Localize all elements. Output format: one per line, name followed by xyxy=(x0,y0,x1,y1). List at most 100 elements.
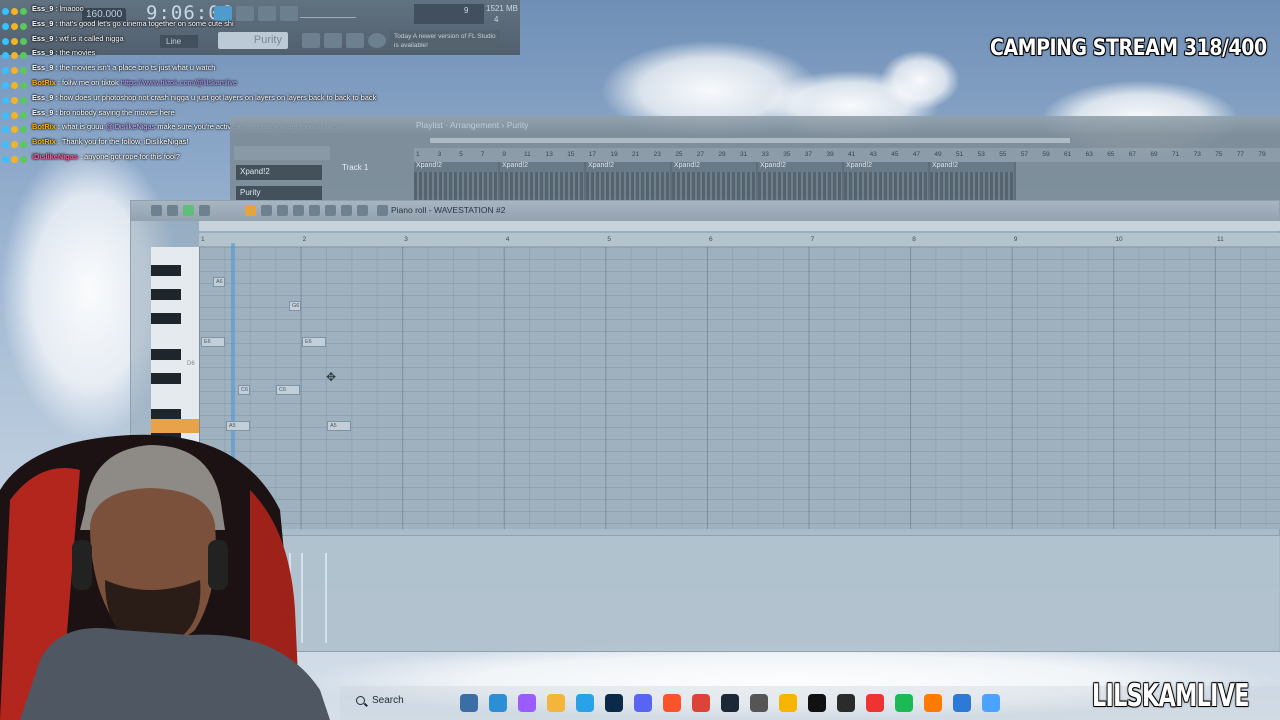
midi-note[interactable]: C6 xyxy=(238,385,250,395)
midi-note[interactable]: C6 xyxy=(276,385,300,395)
magnet-icon[interactable] xyxy=(167,205,178,216)
playlist-ruler[interactable]: 1 3 5 7 9 11 13 15 17 19 21 23 25 27 29 31 33 35 37 39 41 43 4… xyxy=(414,148,1280,162)
playback-tool-icon[interactable] xyxy=(357,205,368,216)
piano-roll-titlebar[interactable]: Piano roll - WAVESTATION #2 xyxy=(131,201,1279,221)
discord-icon[interactable] xyxy=(634,694,652,712)
capcut-icon[interactable] xyxy=(808,694,826,712)
chat-username[interactable]: Ess_9 xyxy=(32,108,53,117)
play-icon[interactable] xyxy=(183,205,194,216)
pattern-clip[interactable]: Xpand!2 xyxy=(758,162,842,200)
copilot-icon[interactable] xyxy=(518,694,536,712)
note-grid[interactable] xyxy=(199,247,1280,529)
start-icon[interactable] xyxy=(460,694,478,712)
folder-icon[interactable] xyxy=(547,694,565,712)
arrow-icon[interactable] xyxy=(151,205,162,216)
ruler-number: 63 xyxy=(1085,151,1093,158)
piano-roll-scrollbar[interactable] xyxy=(199,221,1280,231)
playlist-titlebar[interactable]: Playlist · Arrangement › Purity xyxy=(230,116,1280,134)
pattern-clip[interactable]: Xpand!2 xyxy=(500,162,584,200)
bar-number: 11 xyxy=(1217,236,1224,243)
paint-tool-icon[interactable] xyxy=(261,205,272,216)
event-editor[interactable] xyxy=(199,535,1280,651)
pattern-clip[interactable]: Xpand!2 xyxy=(844,162,928,200)
cpu-value-b: 4 xyxy=(494,15,499,24)
chat-username[interactable]: BotRix xyxy=(32,78,56,87)
ruler-number: 55 xyxy=(999,151,1007,158)
browser-icon[interactable] xyxy=(489,694,507,712)
zoom-tool-icon[interactable] xyxy=(341,205,352,216)
playlist-scrollbar[interactable] xyxy=(430,138,1070,143)
black-key[interactable] xyxy=(151,265,181,276)
chat-username[interactable]: Ess_9 xyxy=(32,48,53,57)
bar-number: 7 xyxy=(810,236,815,243)
bar-number: 4 xyxy=(505,236,510,243)
black-key[interactable] xyxy=(151,289,181,300)
draw-tool-icon[interactable] xyxy=(245,205,256,216)
record-icon[interactable] xyxy=(199,205,210,216)
chat-username[interactable]: Ess_9 xyxy=(32,63,53,72)
select-tool-icon[interactable] xyxy=(325,205,336,216)
spotify-icon[interactable] xyxy=(895,694,913,712)
pattern-clip[interactable]: Xpand!2 xyxy=(586,162,670,200)
black-key[interactable] xyxy=(151,349,181,360)
chat-username[interactable]: iDislikeNigas xyxy=(32,152,78,161)
chat-message: Ess_9 : wtf is it called nigga xyxy=(2,32,422,47)
chat-username[interactable]: BotRix xyxy=(32,137,56,146)
vscode-icon[interactable] xyxy=(953,694,971,712)
black-key[interactable] xyxy=(151,373,181,384)
pattern-clip[interactable]: Xpand!2 xyxy=(414,162,498,200)
ruler-number: 17 xyxy=(588,151,597,158)
webcam-feed xyxy=(0,430,345,720)
chat-username[interactable]: BotRix xyxy=(32,122,56,131)
photoshop-icon[interactable] xyxy=(605,694,623,712)
chrome-icon[interactable] xyxy=(692,694,710,712)
ruler-number: 7 xyxy=(480,151,485,158)
chat-link[interactable]: https://www.tiktok.com/@lilskamlive xyxy=(121,78,237,87)
midi-note[interactable]: E6 xyxy=(201,337,225,347)
channel-xpand[interactable]: Xpand!2 xyxy=(236,165,322,180)
midi-note[interactable]: A6 xyxy=(213,277,225,287)
bar-number: 8 xyxy=(912,236,916,243)
pattern-clip[interactable]: Xpand!2 xyxy=(930,162,1014,200)
epic-icon[interactable] xyxy=(837,694,855,712)
ruler-number: 3 xyxy=(437,151,442,158)
clip-label: Xpand!2 xyxy=(674,162,701,169)
store-icon[interactable] xyxy=(576,694,594,712)
chat-username[interactable]: Ess_9 xyxy=(32,4,53,13)
chat-message: Ess_9 : the movies isn't a place bro ts … xyxy=(2,61,422,76)
chat-username[interactable]: Ess_9 xyxy=(32,19,53,28)
piano-roll-title: Piano roll - WAVESTATION #2 xyxy=(391,205,506,215)
delete-tool-icon[interactable] xyxy=(277,205,288,216)
steam-icon[interactable] xyxy=(721,694,739,712)
ruler-number: 49 xyxy=(934,151,942,158)
mute-tool-icon[interactable] xyxy=(293,205,304,216)
black-key[interactable] xyxy=(151,313,181,324)
slice-tool-icon[interactable] xyxy=(309,205,320,216)
ruler-number: 53 xyxy=(977,151,985,158)
winamp-icon[interactable] xyxy=(779,694,797,712)
chat-badge-icon xyxy=(2,65,30,75)
midi-note[interactable]: G6 xyxy=(289,301,301,311)
notepad-icon[interactable] xyxy=(982,694,1000,712)
vst-icon[interactable] xyxy=(750,694,768,712)
chat-text: : Thank you for the follow, iDislikeNiga… xyxy=(55,137,189,147)
taskbar-search[interactable]: Search xyxy=(354,694,454,713)
chat-text: : bro nobody saying the movies here xyxy=(53,107,175,117)
brave-icon[interactable] xyxy=(663,694,681,712)
chat-badge-icon xyxy=(2,95,30,104)
fl-studio-icon[interactable] xyxy=(924,694,942,712)
cheat-icon[interactable] xyxy=(866,694,884,712)
chat-username[interactable]: Ess_9 xyxy=(32,34,53,43)
channel-purity[interactable]: Purity xyxy=(236,186,322,201)
track-label: Track 1 xyxy=(342,163,369,172)
chat-text: : lmaooo xyxy=(53,4,84,13)
midi-note[interactable]: E6 xyxy=(302,337,326,347)
chat-mention[interactable]: @iDislikeNigas xyxy=(106,122,156,131)
ruler-number: 59 xyxy=(1042,151,1050,158)
ruler-number: 43 xyxy=(869,151,877,158)
chat-username[interactable]: Ess_9 xyxy=(32,93,53,102)
piano-roll-timeline[interactable]: 1 2 3 4 5 6 7 8 9 10 11 xyxy=(199,233,1280,247)
speaker-icon[interactable] xyxy=(377,205,388,216)
pattern-clip[interactable]: Xpand!2 xyxy=(672,162,756,200)
track-lane[interactable]: Xpand!2 Xpand!2 Xpand!2 Xpand!2 Xpand!2 Xpand… xyxy=(414,162,1016,200)
